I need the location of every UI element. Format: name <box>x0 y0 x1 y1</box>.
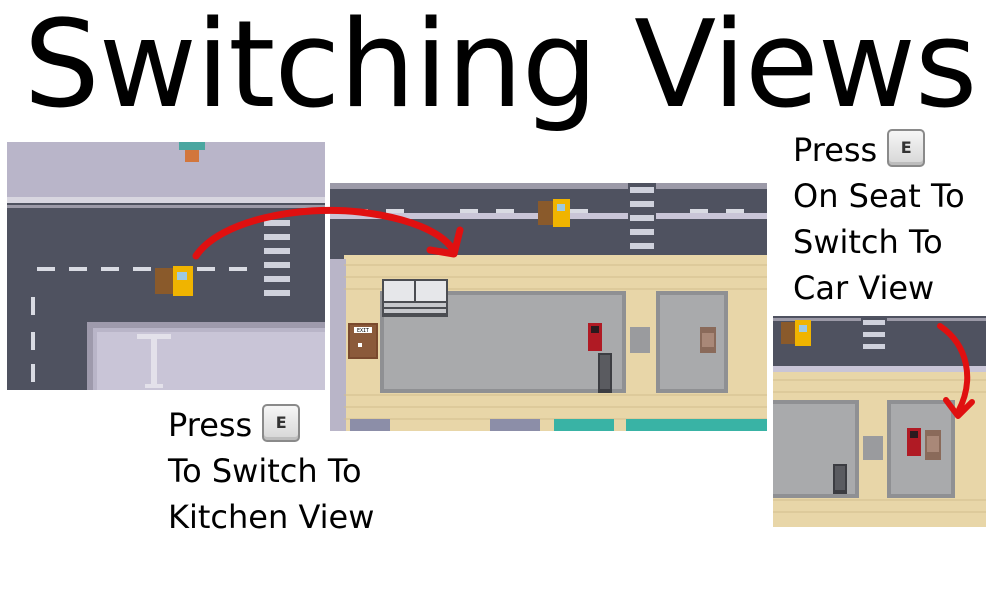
e-key-icon: E <box>262 404 301 442</box>
caption-line: On Seat To <box>793 177 965 215</box>
caption-line: Car View <box>793 269 935 307</box>
caption-line: To Switch To <box>168 452 362 490</box>
kitchen-view-caption: Press E To Switch To Kitchen View <box>168 402 374 540</box>
delivery-truck-sprite <box>155 266 193 296</box>
caption-line: Kitchen View <box>168 498 375 536</box>
car-view-caption: Press E On Seat To Switch To Car View <box>793 127 965 311</box>
kitchen-view-screenshot: EXIT <box>330 183 767 431</box>
press-label: Press <box>168 406 253 444</box>
delivery-truck-sprite <box>538 199 570 227</box>
exit-door-sign: EXIT <box>356 328 370 334</box>
caption-line: Switch To <box>793 223 943 261</box>
page-title: Switching Views <box>23 0 978 135</box>
street-view-screenshot <box>7 142 325 390</box>
delivery-truck-sprite <box>781 320 811 346</box>
e-key-icon: E <box>887 129 926 167</box>
car-view-screenshot <box>773 316 986 527</box>
press-label: Press <box>793 131 878 169</box>
